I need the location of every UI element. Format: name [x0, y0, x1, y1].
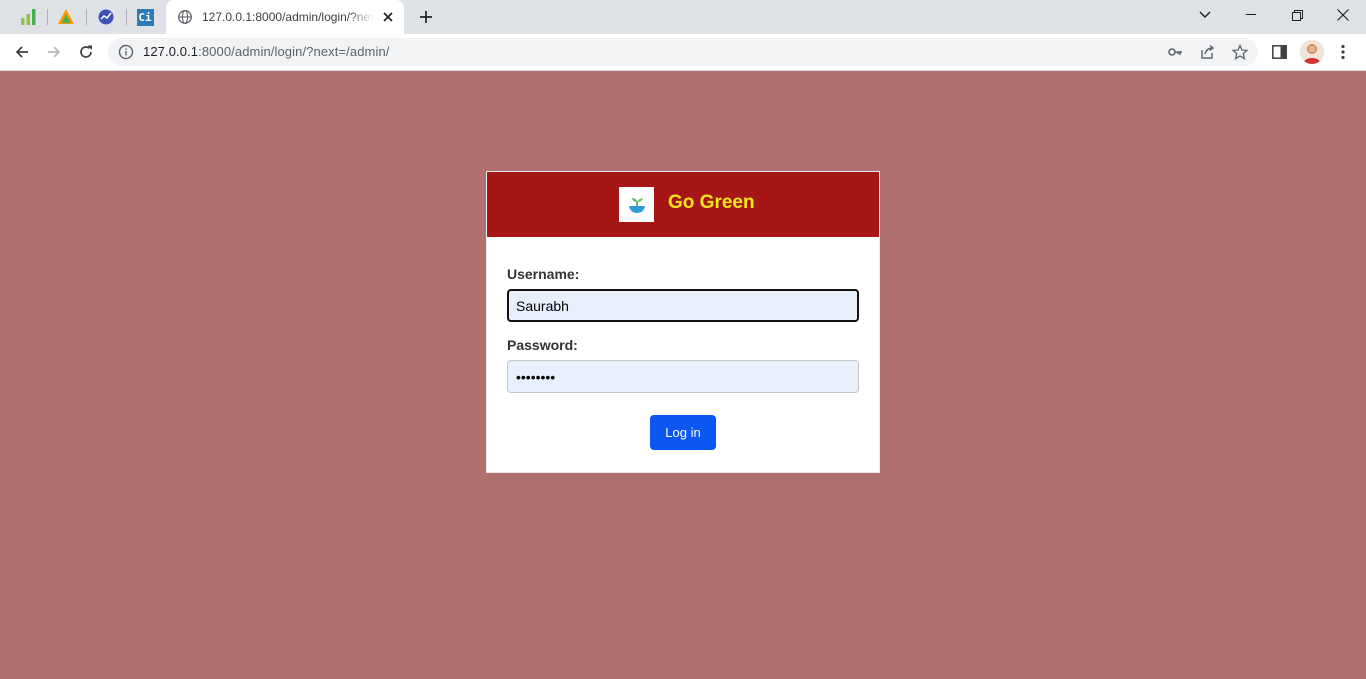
new-tab-button[interactable]	[414, 5, 438, 29]
pinned-tab-4[interactable]: Ci	[127, 5, 163, 29]
username-input[interactable]	[507, 289, 859, 322]
site-logo	[619, 187, 654, 222]
arrow-right-icon	[48, 46, 61, 58]
pinned-tab-3[interactable]	[88, 5, 124, 29]
tab-separator	[86, 9, 87, 25]
share-icon[interactable]	[1199, 44, 1215, 60]
bookmark-star-icon[interactable]	[1232, 44, 1248, 60]
tab-strip: Ci 127.0.0.1:8000/admin/login/?next=/adm…	[0, 0, 1366, 34]
ci-icon: Ci	[136, 8, 154, 26]
site-header: Go Green	[487, 172, 879, 237]
restore-icon	[1291, 9, 1303, 21]
plus-icon	[420, 11, 432, 23]
login-card: Go Green Username: Password: Log in	[486, 171, 880, 473]
url-text: 127.0.0.1:8000/admin/login/?next=/admin/	[143, 44, 390, 59]
address-bar[interactable]: 127.0.0.1:8000/admin/login/?next=/admin/	[108, 38, 1258, 66]
tab-title: 127.0.0.1:8000/admin/login/?next=/admin/	[202, 10, 374, 24]
close-window-button[interactable]	[1320, 0, 1366, 30]
more-vert-icon	[1341, 44, 1345, 60]
forward-button[interactable]	[40, 38, 68, 66]
active-tab[interactable]: 127.0.0.1:8000/admin/login/?next=/admin/	[166, 0, 404, 34]
minimize-button[interactable]	[1228, 0, 1274, 30]
password-input[interactable]	[507, 360, 859, 393]
pinned-tab-2[interactable]	[48, 5, 84, 29]
chevron-down-icon	[1199, 11, 1211, 18]
minimize-icon	[1246, 14, 1256, 15]
site-title: Go Green	[668, 192, 755, 213]
url-host: 127.0.0.1	[143, 44, 199, 59]
triangle-logo-icon	[58, 9, 74, 24]
restore-button[interactable]	[1274, 0, 1320, 30]
globe-icon	[177, 9, 193, 25]
menu-button[interactable]	[1329, 38, 1357, 66]
close-icon	[1337, 9, 1349, 21]
key-icon[interactable]	[1167, 44, 1183, 60]
url-path: :8000/admin/login/?next=/admin/	[198, 44, 390, 59]
info-icon[interactable]	[118, 44, 134, 60]
avatar-icon	[1300, 40, 1324, 64]
side-panel-icon	[1271, 45, 1287, 59]
profile-avatar[interactable]	[1300, 40, 1324, 64]
side-panel-button[interactable]	[1265, 38, 1293, 66]
username-label: Username:	[507, 266, 580, 282]
password-label: Password:	[507, 337, 578, 353]
trend-circle-icon	[98, 9, 114, 25]
tab-search-button[interactable]	[1182, 0, 1228, 30]
plant-bowl-logo-icon	[628, 197, 645, 213]
pinned-tab-1[interactable]	[10, 5, 46, 29]
bar-chart-icon	[21, 9, 36, 25]
back-button[interactable]	[8, 38, 36, 66]
reload-icon	[80, 45, 92, 58]
close-icon[interactable]	[380, 9, 396, 25]
browser-toolbar: 127.0.0.1:8000/admin/login/?next=/admin/	[0, 34, 1366, 71]
arrow-left-icon	[15, 46, 28, 58]
login-button[interactable]: Log in	[650, 415, 716, 450]
reload-button[interactable]	[72, 38, 100, 66]
